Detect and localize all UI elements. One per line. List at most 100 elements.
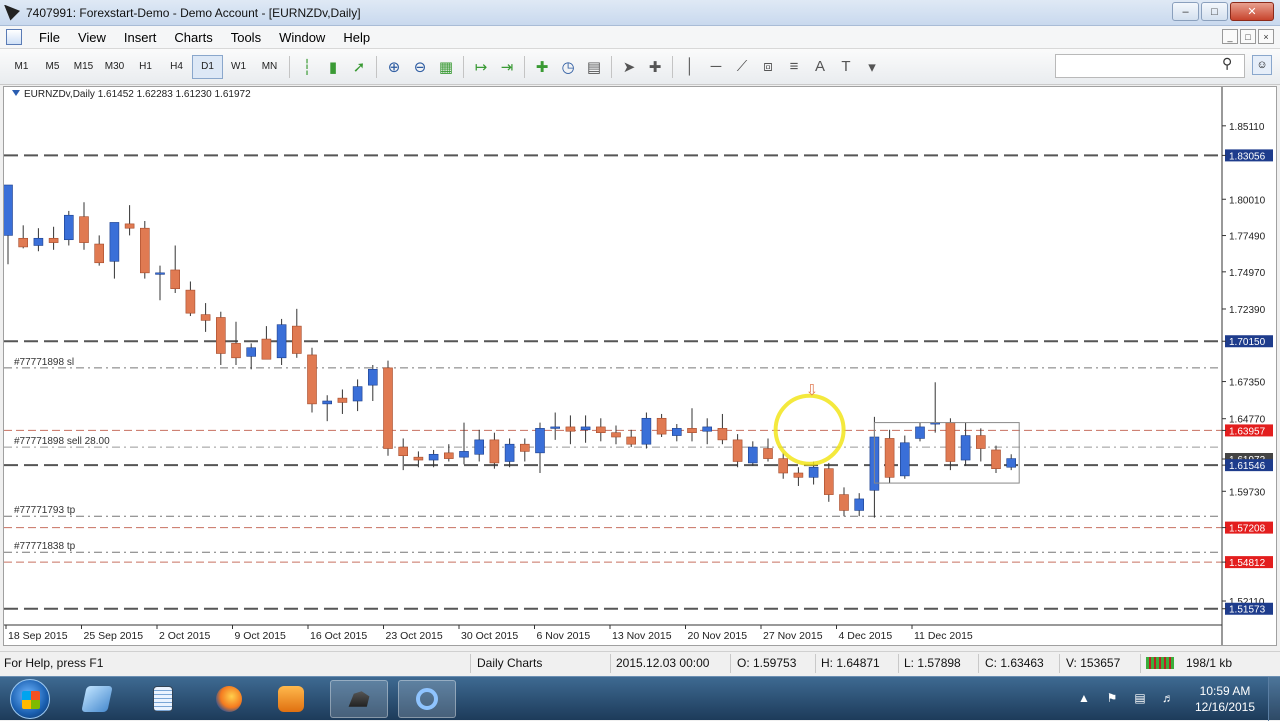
taskbar-media-player[interactable]: [262, 680, 320, 718]
bearish-candle: [291, 325, 302, 354]
shapes-icon[interactable]: ▾: [859, 55, 885, 79]
order-label: #77771898 sl: [14, 357, 74, 368]
timeframe-h4[interactable]: H4: [161, 55, 192, 79]
status-profile[interactable]: Daily Charts: [477, 656, 542, 670]
bullish-candle: [747, 446, 758, 464]
tray-expand-icon[interactable]: ▲: [1075, 691, 1093, 707]
tile-icon[interactable]: ▦: [433, 55, 459, 79]
chart-window[interactable]: ⇩ 1.85110 1.83056 1.80010 1.77490 1.74970 1.7…: [3, 86, 1277, 646]
menu-charts[interactable]: Charts: [165, 30, 221, 45]
status-bar: For Help, press F1 Daily Charts 2015.12.…: [0, 651, 1280, 675]
volume-icon[interactable]: ♬: [1159, 691, 1177, 707]
menu-insert[interactable]: Insert: [115, 30, 166, 45]
timeframe-d1[interactable]: D1: [192, 54, 223, 79]
menu-file[interactable]: File: [30, 30, 69, 45]
bullish-candle: [915, 426, 925, 439]
mdi-restore-button[interactable]: □: [1240, 29, 1256, 44]
candlestick-icon[interactable]: ▮: [320, 55, 346, 79]
taskbar-search-app[interactable]: [398, 680, 456, 718]
bearish-candle: [793, 472, 804, 478]
price-chart[interactable]: ⇩ 1.85110 1.83056 1.80010 1.77490 1.74970 1.7…: [4, 87, 1276, 645]
zoom-in-icon[interactable]: ⊕: [381, 55, 407, 79]
status-separator: [730, 654, 731, 673]
bullish-candle: [428, 453, 439, 461]
timeframe-mn[interactable]: MN: [254, 55, 285, 79]
bearish-candle: [170, 269, 180, 289]
bearish-candle: [687, 428, 697, 433]
bearish-candle: [565, 426, 576, 432]
menu-help[interactable]: Help: [334, 30, 379, 45]
templates-icon[interactable]: ▤: [581, 55, 607, 79]
taskbar-notepad[interactable]: [134, 680, 192, 718]
show-desktop-button[interactable]: [1268, 677, 1280, 721]
toolbar: M1 M5 M15 M30 H1 H4 D1 W1 MN ┆ ▮ ➚ ⊕ ⊖ ▦…: [0, 49, 1280, 85]
crosshair-icon[interactable]: ✚: [642, 55, 668, 79]
title-bar: 7407991: Forexstart-Demo - Demo Account …: [0, 0, 1280, 26]
action-center-icon[interactable]: ⚑: [1103, 691, 1121, 707]
status-separator: [1059, 654, 1060, 673]
start-button[interactable]: [10, 679, 50, 719]
timeframe-m15[interactable]: M15: [68, 55, 99, 79]
bar-chart-icon[interactable]: ┆: [294, 55, 320, 79]
status-separator: [978, 654, 979, 673]
text-label-icon[interactable]: T: [833, 55, 859, 79]
menu-view[interactable]: View: [69, 30, 115, 45]
bearish-candle: [884, 438, 895, 478]
zoom-out-icon[interactable]: ⊖: [407, 55, 433, 79]
bullish-candle: [504, 443, 515, 462]
periods-icon[interactable]: ◷: [555, 55, 581, 79]
channel-icon[interactable]: ⧈: [755, 55, 781, 79]
timeframe-m5[interactable]: M5: [37, 55, 68, 79]
price-label: 1.67350: [1229, 378, 1266, 389]
cursor-icon[interactable]: ➤: [616, 55, 642, 79]
status-help: For Help, press F1: [4, 656, 104, 670]
trendline-icon[interactable]: ⟋: [729, 55, 755, 79]
price-label: 1.85110: [1229, 122, 1265, 133]
text-icon[interactable]: A: [807, 55, 833, 79]
network-icon[interactable]: ▤: [1131, 691, 1149, 707]
price-label: 1.63957: [1229, 426, 1266, 437]
firefox-icon: [216, 686, 242, 712]
timeframe-h1[interactable]: H1: [130, 55, 161, 79]
symbol-dropdown-icon[interactable]: [12, 90, 20, 96]
bearish-candle: [656, 417, 667, 435]
bullish-candle: [960, 435, 971, 461]
mdi-minimize-button[interactable]: _: [1222, 29, 1238, 44]
indicators-icon[interactable]: ✚: [529, 55, 555, 79]
menu-window[interactable]: Window: [270, 30, 334, 45]
clock[interactable]: 10:59 AM 12/16/2015: [1182, 683, 1268, 715]
horizontal-line-icon[interactable]: ─: [703, 55, 729, 79]
chart-shift-icon[interactable]: ⇥: [494, 55, 520, 79]
search-input[interactable]: [1055, 54, 1245, 78]
taskbar-firefox[interactable]: [200, 680, 258, 718]
bullish-candle: [899, 442, 910, 477]
line-chart-icon[interactable]: ➚: [346, 55, 372, 79]
document-icon[interactable]: [6, 29, 22, 45]
vertical-line-icon[interactable]: │: [677, 55, 703, 79]
timeframe-m1[interactable]: M1: [6, 55, 37, 79]
community-icon[interactable]: ☺: [1252, 55, 1272, 75]
date-label: 6 Nov 2015: [537, 630, 591, 642]
taskbar-explorer[interactable]: [68, 680, 126, 718]
toolbar-separator: [524, 55, 525, 78]
connection-status-icon[interactable]: [1146, 657, 1174, 669]
timeframe-m30[interactable]: M30: [99, 55, 130, 79]
mdi-close-button[interactable]: ×: [1258, 29, 1274, 44]
maximize-button[interactable]: □: [1201, 2, 1228, 21]
autoscroll-icon[interactable]: ↦: [468, 55, 494, 79]
menu-tools[interactable]: Tools: [222, 30, 270, 45]
status-traffic: 198/1 kb: [1186, 656, 1233, 670]
taskbar-metatrader[interactable]: [330, 680, 388, 718]
bullish-candle: [641, 417, 652, 445]
bearish-candle: [216, 317, 226, 354]
minimize-button[interactable]: –: [1172, 2, 1199, 21]
bearish-candle: [413, 456, 424, 461]
bearish-candle: [489, 439, 500, 464]
bullish-candle: [702, 426, 713, 432]
timeframe-w1[interactable]: W1: [223, 55, 254, 79]
bearish-candle: [140, 227, 150, 274]
search-icon[interactable]: ⚲: [1222, 55, 1232, 72]
bullish-candle: [352, 386, 363, 402]
fibonacci-icon[interactable]: ≡: [781, 55, 807, 79]
close-button[interactable]: ✕: [1230, 2, 1274, 21]
